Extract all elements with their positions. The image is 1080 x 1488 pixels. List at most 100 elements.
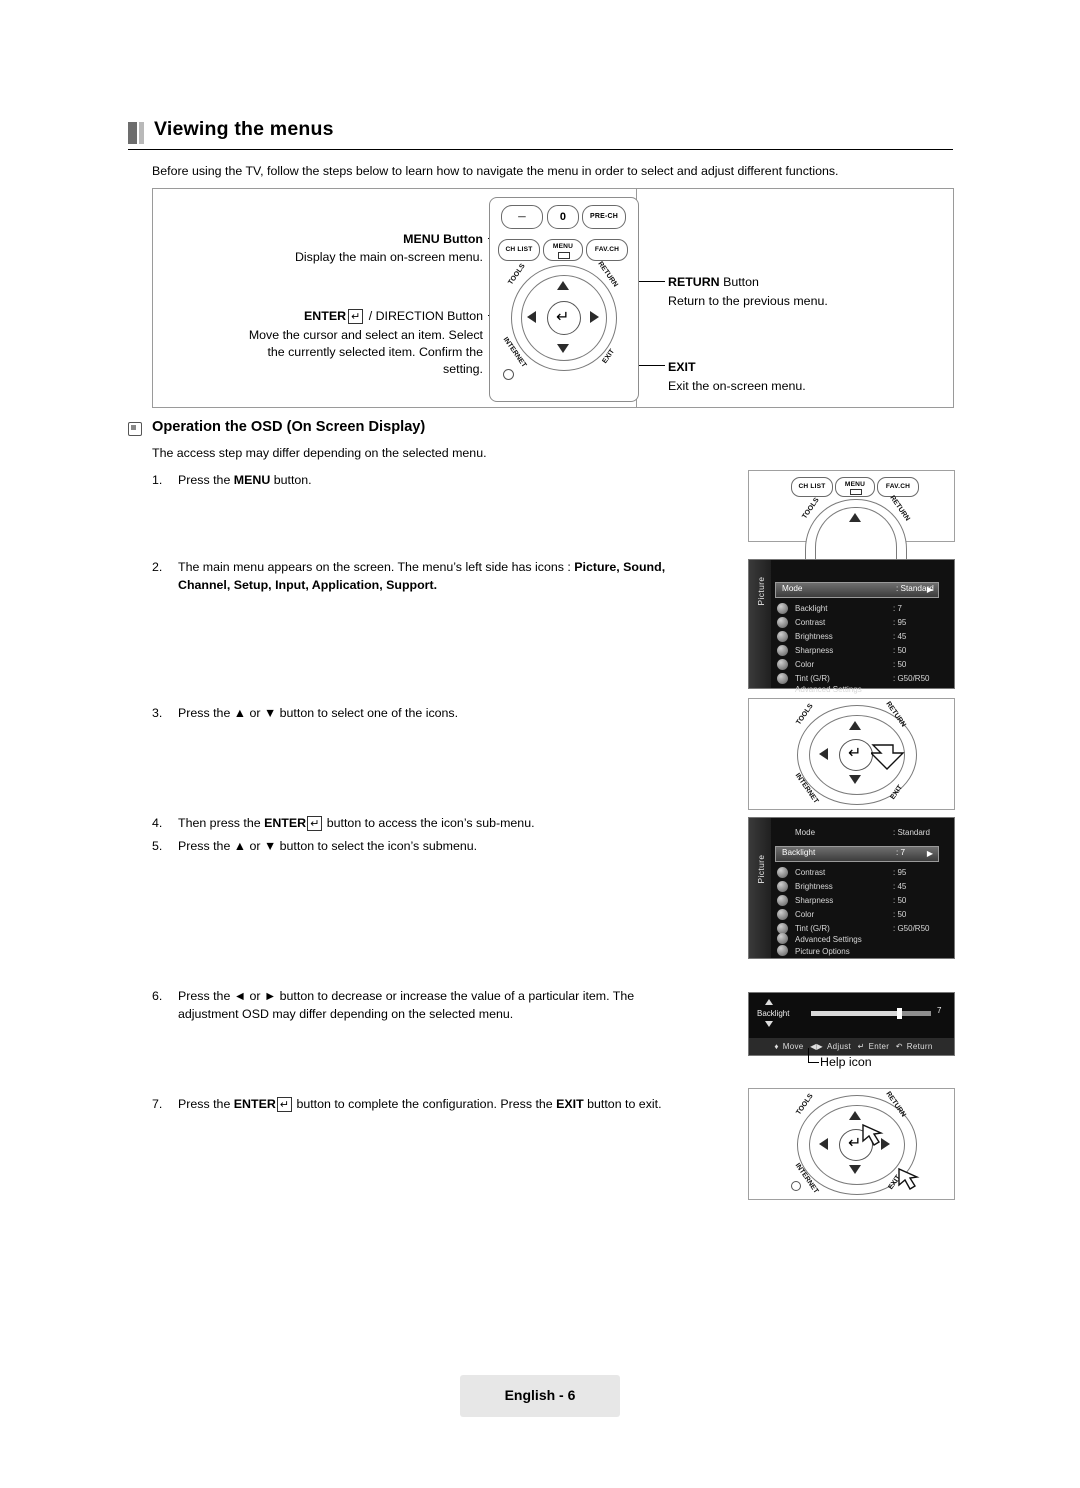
osd-sub-icon-contrast: [777, 867, 788, 878]
leader-return: [635, 281, 665, 282]
osd-icon-brightness: [777, 631, 788, 642]
osd-main-row-2-label: Brightness: [795, 632, 833, 641]
fig1-menu-glyph-icon: [850, 489, 862, 495]
enter-desc-line1: Move the cursor and select an item. Sele…: [248, 328, 483, 342]
help-move-label: Move: [782, 1042, 804, 1051]
remote-control-top: — 0 PRE-CH CH LIST MENU FAV.CH ↵ TOOLS R…: [489, 197, 639, 402]
heading-marker-dark: [128, 122, 137, 144]
section-note: The access step may differ depending on …: [152, 446, 487, 460]
step-7-text: Press the ENTER ↵ button to complete the …: [178, 1096, 662, 1114]
step-6-text: Press the ◄ or ► button to decrease or i…: [178, 988, 758, 1023]
osd-main-selected-row[interactable]: Mode : Standard ▶: [775, 582, 939, 598]
enter-label-bold: ENTER: [304, 309, 347, 323]
osd-sub-strip-label: Picture: [756, 854, 766, 884]
osd-sub-row-5-label: Advanced Settings: [795, 935, 862, 944]
step-6-line2: adjustment OSD may differ depending on t…: [178, 1006, 514, 1021]
enter-icon: ↵: [348, 309, 364, 324]
fig6-nav-down-icon[interactable]: [849, 1165, 861, 1174]
step-1-menu-kbd: MENU: [233, 473, 271, 487]
osd-sub-row-1-label: Brightness: [795, 882, 833, 891]
fig6-enter-pointer-icon: [862, 1123, 884, 1146]
osd-icon-backlight: [777, 603, 788, 614]
fav-ch-button[interactable]: FAV.CH: [586, 239, 628, 261]
step-5-number: 5.: [152, 839, 163, 853]
help-icon-leader: [808, 1048, 819, 1063]
osd-sub-strip: Picture: [749, 818, 771, 958]
step-7-enter-icon: ↵: [276, 1097, 293, 1112]
return-button-desc: Return to the previous menu.: [668, 294, 828, 308]
osd-sub-row-2-value: : 50: [893, 896, 907, 905]
ch-list-button[interactable]: CH LIST: [498, 239, 540, 261]
enter-desc-line2: the currently selected item. Confirm the: [267, 345, 483, 359]
menu-button[interactable]: MENU: [543, 239, 583, 261]
osd-main-strip: Picture: [749, 560, 771, 688]
menu-button-text: MENU: [552, 243, 574, 250]
return-label-rest: Button: [719, 275, 759, 289]
help-return-label: Return: [906, 1042, 933, 1051]
osd-main-row-2-value: : 45: [893, 632, 907, 641]
top-diagram-box: MENU Button Display the main on-screen m…: [152, 188, 954, 408]
step-7-enter-kbd: ENTER: [233, 1097, 276, 1111]
section-bullet-icon: [128, 422, 142, 436]
help-icon-label: Help icon: [820, 1055, 872, 1069]
figure-osd-main: Picture Mode : Standard ▶ Backlight : 7 …: [748, 559, 955, 694]
step-6-number: 6.: [152, 989, 163, 1003]
nav-down-icon[interactable]: [557, 344, 569, 353]
fig1-menu-button[interactable]: MENU: [835, 477, 875, 497]
figure-remote-navpad: ↵ TOOLS RETURN INTERNET EXIT: [748, 698, 955, 810]
osd-icon-contrast: [777, 617, 788, 628]
step-2-line2-bold: Channel, Setup, Input, Application, Supp…: [178, 577, 438, 592]
osd-sub-row-4-value: : G50/R50: [893, 924, 930, 933]
fig1-ch-list-button[interactable]: CH LIST: [791, 477, 833, 497]
step-5-text: Press the ▲ or ▼ button to select the ic…: [178, 839, 478, 853]
help-return-icon: ↶: [895, 1042, 903, 1051]
nav-up-icon[interactable]: [557, 281, 569, 290]
osd-sub-row-3-value: : 50: [893, 910, 907, 919]
osd-main-row-6-label: Advanced Settings: [795, 685, 862, 694]
minus-button[interactable]: —: [501, 205, 543, 229]
enter-center-button[interactable]: ↵: [547, 301, 581, 335]
osd-main-selected-label: Mode: [782, 584, 803, 593]
nav-left-icon[interactable]: [527, 311, 536, 323]
step-4-enter-icon: ↵: [307, 816, 323, 831]
zero-button[interactable]: 0: [547, 205, 579, 229]
osd-main-strip-label: Picture: [756, 576, 766, 606]
osd-main-right-arrow-icon: ▶: [926, 585, 933, 594]
page-title: Viewing the menus: [154, 118, 334, 140]
fig1-nav-up-icon[interactable]: [849, 513, 861, 522]
fig3-nav-left-icon[interactable]: [819, 748, 828, 760]
bar-knob[interactable]: [897, 1008, 902, 1019]
pre-ch-button[interactable]: PRE-CH: [582, 205, 626, 229]
step-4-text: Then press the ENTER ↵ button to access t…: [178, 815, 535, 833]
nav-right-icon[interactable]: [590, 311, 599, 323]
step-2-text: The main menu appears on the screen. The…: [178, 559, 758, 594]
osd-sub-selected-row[interactable]: Backlight : 7 ▶: [775, 846, 939, 862]
return-label-bold: RETURN: [668, 275, 720, 289]
osd-icon-sharpness: [777, 645, 788, 656]
intro-paragraph: Before using the TV, follow the steps be…: [152, 164, 839, 178]
fig1-fav-ch-button[interactable]: FAV.CH: [877, 477, 919, 497]
osd-sub-top-label: Mode: [795, 828, 816, 837]
section-title: Operation the OSD (On Screen Display): [152, 419, 426, 435]
osd-icon-tint: [777, 673, 788, 684]
heading-marker-light: [139, 122, 144, 144]
step-7-part-a: Press the: [178, 1097, 234, 1111]
osd-sub-icon-brightness: [777, 881, 788, 892]
fig3-nav-down-icon[interactable]: [849, 775, 861, 784]
leader-exit: [635, 365, 665, 366]
fig6-nav-up-icon[interactable]: [849, 1111, 861, 1120]
enter-desc-line3: setting.: [443, 362, 483, 376]
osd-sub-row-6-label: Picture Options: [795, 947, 850, 956]
fig6-nav-left-icon[interactable]: [819, 1138, 828, 1150]
osd-sub-icon-advanced: [777, 933, 788, 944]
osd-main-row-4-value: : 50: [893, 660, 907, 669]
menu-glyph-icon: [558, 252, 570, 259]
osd-sub-top-value: : Standard: [893, 828, 930, 837]
enter-arrow-icon: ↵: [556, 307, 570, 326]
step-6-line1: Press the ◄ or ► button to decrease or i…: [178, 989, 635, 1003]
step-7-part-c: button to complete the configuration. Pr…: [293, 1097, 557, 1111]
fig3-nav-up-icon[interactable]: [849, 721, 861, 730]
help-enter-icon: ↵: [857, 1042, 865, 1051]
menu-button-label: MENU Button: [403, 232, 483, 246]
fig3-enter-button[interactable]: ↵: [839, 739, 873, 771]
